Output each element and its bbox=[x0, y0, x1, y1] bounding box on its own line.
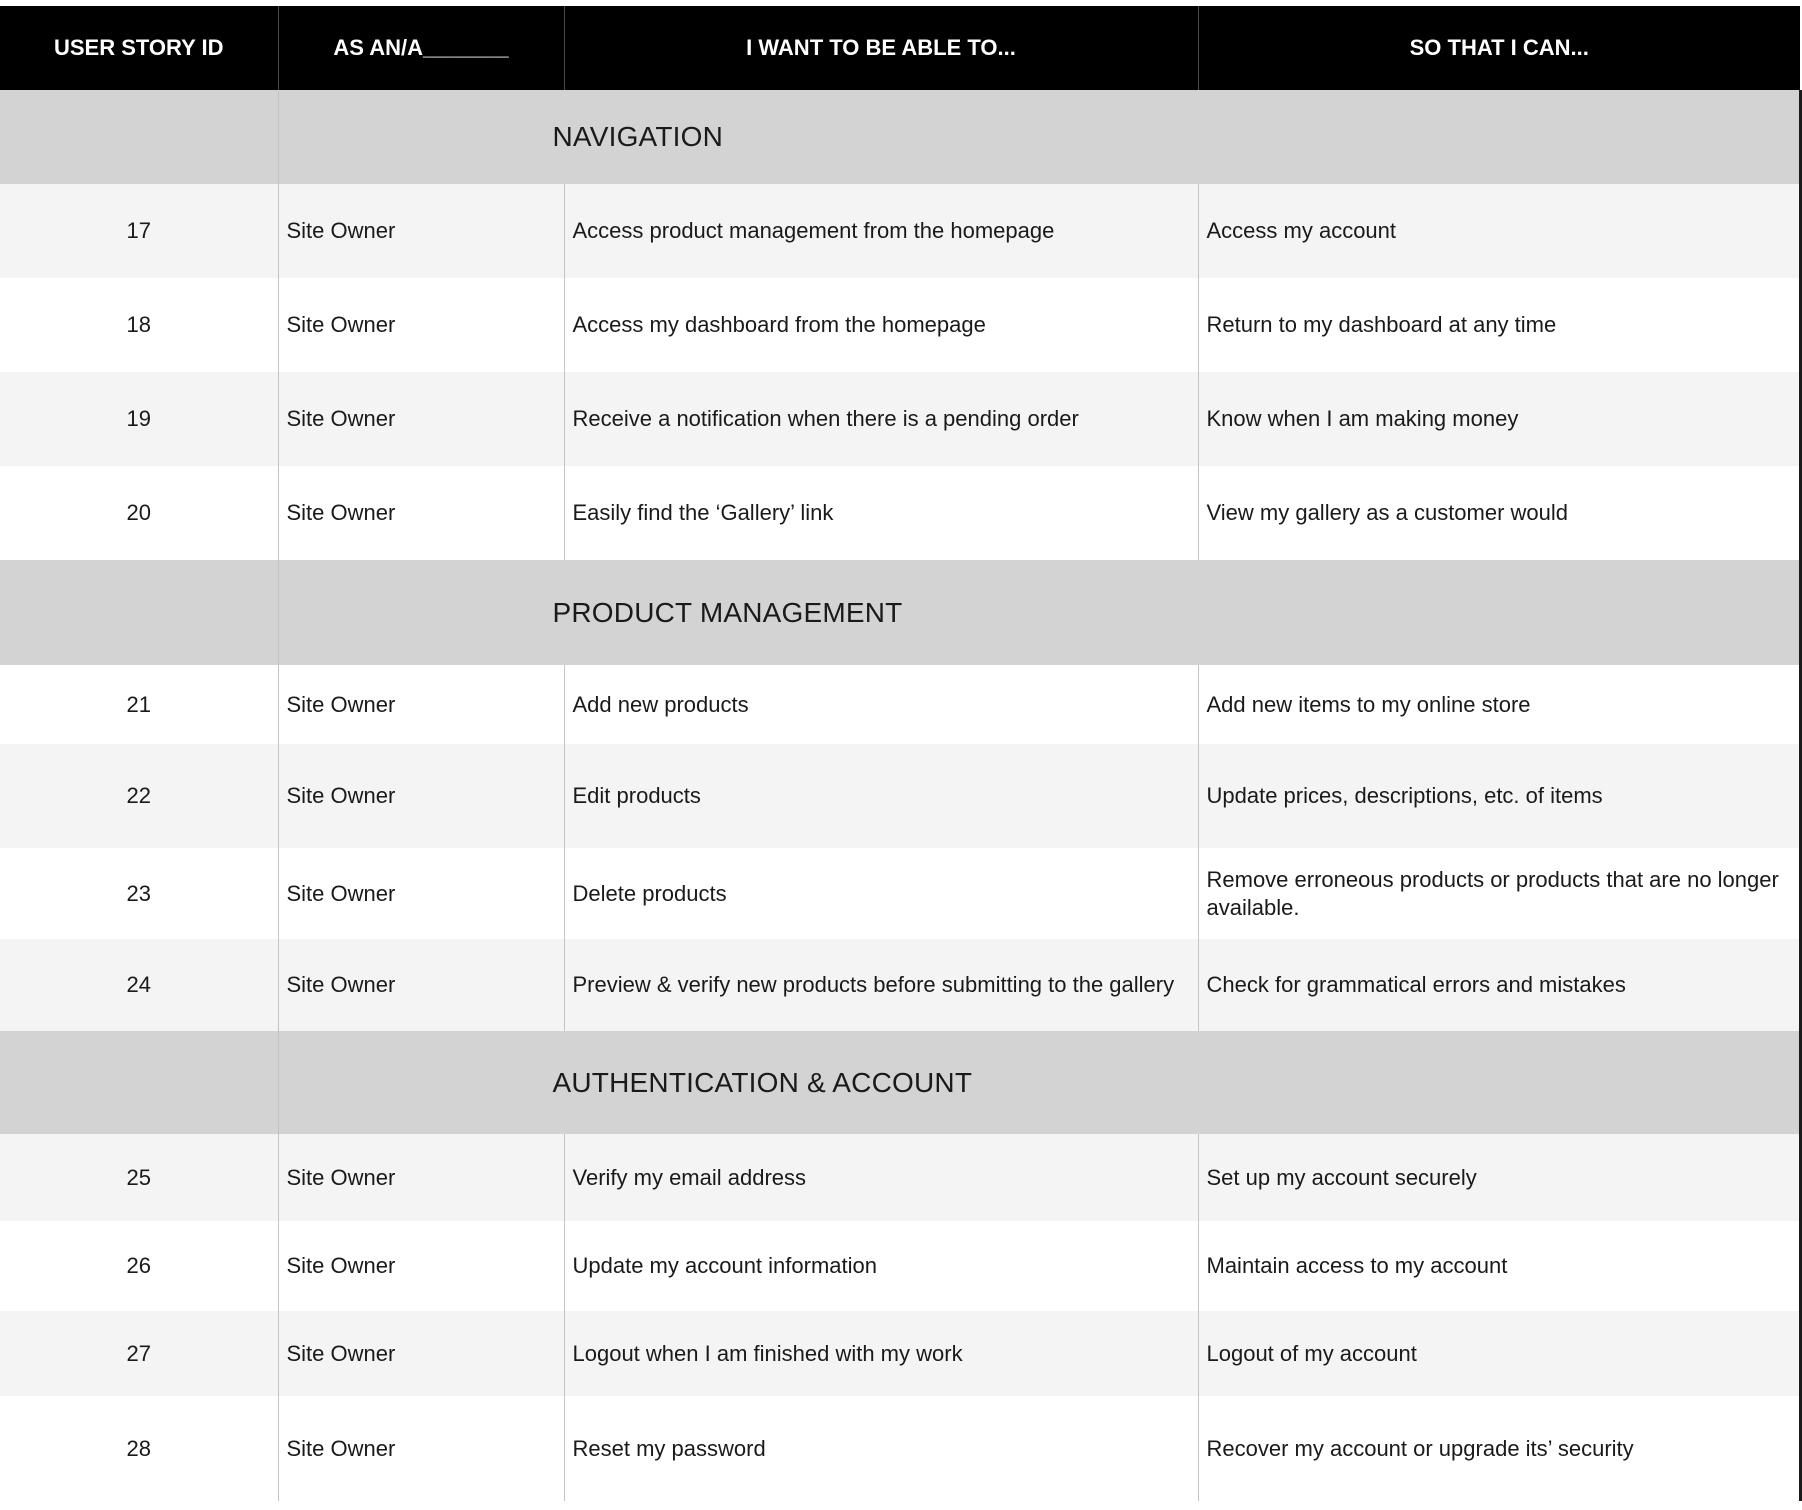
role-cell: Site Owner bbox=[277, 939, 564, 1031]
story-id-cell: 24 bbox=[0, 939, 278, 1031]
table-row: 20 Site Owner Easily find the ‘Gallery’ … bbox=[0, 466, 1802, 560]
story-id-cell: 19 bbox=[0, 372, 278, 466]
want-cell: Delete products bbox=[563, 848, 1198, 939]
table-row: 28 Site Owner Reset my password Recover … bbox=[0, 1396, 1802, 1501]
table-row: 27 Site Owner Logout when I am finished … bbox=[0, 1311, 1802, 1396]
user-story-table: USER STORY ID AS AN/A_______ I WANT TO B… bbox=[0, 6, 1802, 1501]
so-that-cell: Check for grammatical errors and mistake… bbox=[1197, 939, 1802, 1031]
role-cell: Site Owner bbox=[277, 665, 564, 744]
section-title: NAVIGATION bbox=[552, 121, 724, 152]
section-empty-cell bbox=[0, 90, 278, 184]
story-id-cell: 27 bbox=[0, 1311, 278, 1396]
want-cell: Add new products bbox=[563, 665, 1198, 744]
story-id-cell: 18 bbox=[0, 278, 278, 372]
table-row: 25 Site Owner Verify my email address Se… bbox=[0, 1134, 1802, 1221]
story-id-cell: 25 bbox=[0, 1134, 278, 1221]
section-empty-cell bbox=[0, 1031, 278, 1134]
so-that-cell: Access my account bbox=[1197, 184, 1802, 278]
want-cell: Reset my password bbox=[563, 1396, 1198, 1501]
role-cell: Site Owner bbox=[277, 848, 564, 939]
table-header-row: USER STORY ID AS AN/A_______ I WANT TO B… bbox=[0, 6, 1800, 90]
table-row: 24 Site Owner Preview & verify new produ… bbox=[0, 939, 1802, 1031]
want-cell: Easily find the ‘Gallery’ link bbox=[563, 466, 1198, 560]
story-id-cell: 22 bbox=[0, 744, 278, 848]
want-cell: Access my dashboard from the homepage bbox=[563, 278, 1198, 372]
role-cell: Site Owner bbox=[277, 1221, 564, 1311]
story-id-cell: 20 bbox=[0, 466, 278, 560]
table-row: 21 Site Owner Add new products Add new i… bbox=[0, 665, 1802, 744]
want-cell: Verify my email address bbox=[563, 1134, 1198, 1221]
table-row: 18 Site Owner Access my dashboard from t… bbox=[0, 278, 1802, 372]
story-id-cell: 17 bbox=[0, 184, 278, 278]
table-row: 26 Site Owner Update my account informat… bbox=[0, 1221, 1802, 1311]
so-that-cell: Set up my account securely bbox=[1197, 1134, 1802, 1221]
section-title: AUTHENTICATION & ACCOUNT bbox=[552, 1066, 973, 1098]
want-cell: Receive a notification when there is a p… bbox=[563, 372, 1198, 466]
table-row: 19 Site Owner Receive a notification whe… bbox=[0, 372, 1802, 466]
table-row: 23 Site Owner Delete products Remove err… bbox=[0, 848, 1802, 939]
want-cell: Preview & verify new products before sub… bbox=[563, 939, 1198, 1031]
role-cell: Site Owner bbox=[277, 1134, 564, 1221]
role-cell: Site Owner bbox=[277, 372, 564, 466]
story-id-cell: 23 bbox=[0, 848, 278, 939]
want-cell: Edit products bbox=[563, 744, 1198, 848]
header-as-a: AS AN/A_______ bbox=[277, 6, 564, 90]
so-that-cell: Update prices, descriptions, etc. of ite… bbox=[1197, 744, 1802, 848]
so-that-cell: Know when I am making money bbox=[1197, 372, 1802, 466]
section-empty-cell bbox=[0, 560, 278, 665]
section-title-cell: NAVIGATION bbox=[277, 90, 1802, 184]
section-header-product-management: PRODUCT MANAGEMENT bbox=[0, 560, 1802, 665]
role-cell: Site Owner bbox=[277, 1311, 564, 1396]
role-cell: Site Owner bbox=[277, 1396, 564, 1501]
role-cell: Site Owner bbox=[277, 278, 564, 372]
header-i-want: I WANT TO BE ABLE TO... bbox=[563, 6, 1198, 90]
table-row: 17 Site Owner Access product management … bbox=[0, 184, 1802, 278]
header-user-story-id: USER STORY ID bbox=[0, 6, 278, 90]
section-title: PRODUCT MANAGEMENT bbox=[552, 596, 903, 628]
so-that-cell: Remove erroneous products or products th… bbox=[1197, 848, 1802, 939]
story-id-cell: 28 bbox=[0, 1396, 278, 1501]
so-that-cell: Logout of my account bbox=[1197, 1311, 1802, 1396]
story-id-cell: 26 bbox=[0, 1221, 278, 1311]
header-so-that: SO THAT I CAN... bbox=[1197, 6, 1800, 90]
section-title-cell: PRODUCT MANAGEMENT bbox=[277, 560, 1802, 665]
want-cell: Logout when I am finished with my work bbox=[563, 1311, 1198, 1396]
story-id-cell: 21 bbox=[0, 665, 278, 744]
table-row: 22 Site Owner Edit products Update price… bbox=[0, 744, 1802, 848]
so-that-cell: View my gallery as a customer would bbox=[1197, 466, 1802, 560]
section-header-authentication-account: AUTHENTICATION & ACCOUNT bbox=[0, 1031, 1802, 1134]
section-title-cell: AUTHENTICATION & ACCOUNT bbox=[277, 1031, 1802, 1134]
role-cell: Site Owner bbox=[277, 184, 564, 278]
want-cell: Update my account information bbox=[563, 1221, 1198, 1311]
so-that-cell: Return to my dashboard at any time bbox=[1197, 278, 1802, 372]
so-that-cell: Add new items to my online store bbox=[1197, 665, 1802, 744]
so-that-cell: Recover my account or upgrade its’ secur… bbox=[1197, 1396, 1802, 1501]
so-that-cell: Maintain access to my account bbox=[1197, 1221, 1802, 1311]
role-cell: Site Owner bbox=[277, 466, 564, 560]
section-header-navigation: NAVIGATION bbox=[0, 90, 1802, 184]
role-cell: Site Owner bbox=[277, 744, 564, 848]
want-cell: Access product management from the homep… bbox=[563, 184, 1198, 278]
